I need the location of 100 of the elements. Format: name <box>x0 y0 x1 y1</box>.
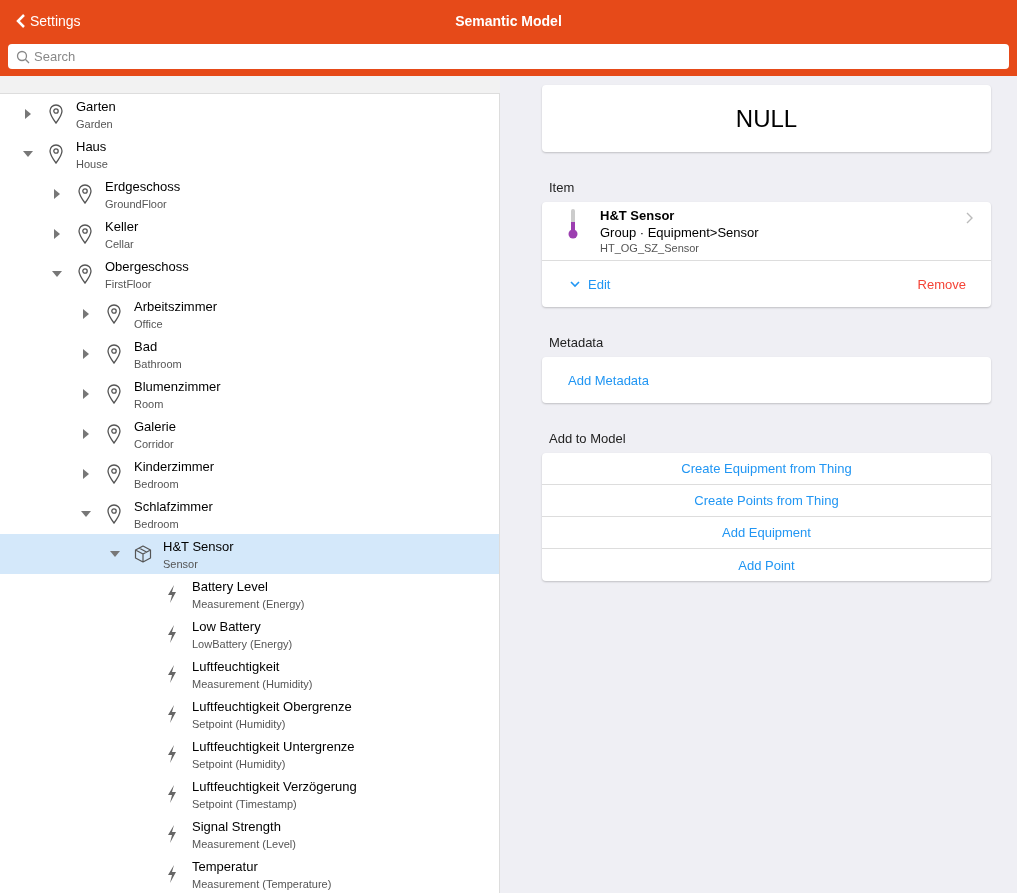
item-name: Haus <box>76 138 108 154</box>
chevron-down-icon <box>570 280 580 288</box>
item-type: House <box>76 157 108 170</box>
location-pin-icon <box>107 304 121 324</box>
item-type: Measurement (Energy) <box>192 597 305 610</box>
search-icon <box>16 50 30 64</box>
item-name: Garten <box>76 98 116 114</box>
caret-right-icon[interactable] <box>23 109 33 119</box>
cube-icon <box>133 544 153 564</box>
item-type: LowBattery (Energy) <box>192 637 293 650</box>
location-pin-icon <box>78 184 92 204</box>
item-name: Signal Strength <box>192 818 282 834</box>
tree-item[interactable]: Low Battery LowBattery (Energy) <box>0 614 499 654</box>
caret-down-icon[interactable] <box>110 549 120 559</box>
item-name: Bad <box>134 338 159 354</box>
caret-down-icon[interactable] <box>81 509 91 519</box>
back-icon <box>16 13 26 29</box>
tree-item[interactable]: Galerie Corridor <box>0 414 499 454</box>
location-pin-icon <box>107 344 121 364</box>
item-id: HT_OG_SZ_Sensor <box>600 242 701 254</box>
item-type: GroundFloor <box>105 197 168 210</box>
lightning-icon <box>166 664 178 684</box>
item-type: Sensor <box>163 557 199 570</box>
tree-item[interactable]: Blumenzimmer Room <box>0 374 499 414</box>
item-type: Measurement (Level) <box>192 837 296 850</box>
item-type: Office <box>134 317 164 330</box>
caret-down-icon[interactable] <box>52 269 62 279</box>
section-heading: Add to Model <box>548 430 627 448</box>
caret-right-icon[interactable] <box>81 429 91 439</box>
tree-item[interactable]: Signal Strength Measurement (Level) <box>0 814 499 854</box>
caret-right-icon[interactable] <box>81 349 91 359</box>
item-type: Setpoint (Humidity) <box>192 757 287 770</box>
item-name: Erdgeschoss <box>105 178 181 194</box>
tree-item[interactable]: Luftfeuchtigkeit Verzögerung Setpoint (Timestamp) <box>0 774 499 814</box>
location-pin-icon <box>78 224 92 244</box>
chevron-right-icon <box>966 212 973 224</box>
caret-right-icon[interactable] <box>81 469 91 479</box>
item-name: Luftfeuchtigkeit Obergrenze <box>192 698 352 714</box>
section-heading: Item <box>548 179 576 197</box>
tree-item[interactable]: Temperatur Measurement (Temperature) <box>0 854 499 893</box>
lightning-icon <box>166 704 178 724</box>
lightning-icon <box>166 624 178 644</box>
tree-item[interactable]: Haus House <box>0 134 499 174</box>
item-name: Schlafzimmer <box>134 498 213 514</box>
thermometer-icon <box>568 208 578 240</box>
caret-down-icon[interactable] <box>23 149 33 159</box>
item-type: FirstFloor <box>105 277 153 290</box>
item-label: H&T Sensor <box>600 208 676 223</box>
lightning-icon <box>166 784 178 804</box>
item-name: Keller <box>105 218 139 234</box>
caret-right-icon[interactable] <box>52 229 62 239</box>
lightning-icon <box>166 864 178 884</box>
location-pin-icon <box>107 384 121 404</box>
lightning-icon <box>166 584 178 604</box>
caret-right-icon[interactable] <box>52 189 62 199</box>
item-name: H&T Sensor <box>163 538 234 554</box>
tree-item[interactable]: Luftfeuchtigkeit Untergrenze Setpoint (Humidity) <box>0 734 499 774</box>
tree-item[interactable]: Kinderzimmer Bedroom <box>0 454 499 494</box>
location-pin-icon <box>107 464 121 484</box>
item-type: Corridor <box>134 437 175 450</box>
tree-item[interactable]: H&T Sensor Sensor <box>0 534 499 574</box>
item-name: Low Battery <box>192 618 262 634</box>
back-button[interactable]: Settings <box>0 0 81 42</box>
tree-item[interactable]: Luftfeuchtigkeit Measurement (Humidity) <box>0 654 499 694</box>
item-type: Measurement (Temperature) <box>192 877 332 890</box>
item-name: Battery Level <box>192 578 269 594</box>
tree-item[interactable]: Battery Level Measurement (Energy) <box>0 574 499 614</box>
remove-button[interactable]: Remove <box>917 276 966 292</box>
caret-right-icon[interactable] <box>81 309 91 319</box>
item-name: Obergeschoss <box>105 258 189 274</box>
item-type: Group · Equipment>Sensor <box>600 225 760 240</box>
item-name: Temperatur <box>192 858 259 874</box>
item-name: Galerie <box>134 418 176 434</box>
tree-item[interactable]: Bad Bathroom <box>0 334 499 374</box>
lightning-icon <box>166 744 178 764</box>
tree-item[interactable]: Erdgeschoss GroundFloor <box>0 174 499 214</box>
tree-item[interactable]: Keller Cellar <box>0 214 499 254</box>
tree-item[interactable]: Arbeitszimmer Office <box>0 294 499 334</box>
item-type: Bedroom <box>134 517 180 530</box>
lightning-icon <box>166 824 178 844</box>
search-field[interactable]: Search <box>8 44 1009 69</box>
item-name: Luftfeuchtigkeit <box>192 658 281 674</box>
item-type: Setpoint (Humidity) <box>192 717 287 730</box>
item-type: Setpoint (Timestamp) <box>192 797 298 810</box>
item-type: Bathroom <box>134 357 182 370</box>
tree-item[interactable]: Obergeschoss FirstFloor <box>0 254 499 294</box>
item-type: Garden <box>76 117 114 130</box>
caret-right-icon[interactable] <box>81 389 91 399</box>
state-value: NULL <box>735 104 798 133</box>
tree-item[interactable]: Garten Garden <box>0 94 499 134</box>
location-pin-icon <box>78 264 92 284</box>
item-name: Luftfeuchtigkeit Untergrenze <box>192 738 355 754</box>
item-name: Blumenzimmer <box>134 378 221 394</box>
tree-item[interactable]: Schlafzimmer Bedroom <box>0 494 499 534</box>
page-title: Semantic Model <box>455 13 562 29</box>
item-type: Bedroom <box>134 477 180 490</box>
item-name: Kinderzimmer <box>134 458 215 474</box>
item-link[interactable]: H&T Sensor Group · Equipment>Sensor HT_OG_SZ_Sensor <box>542 202 991 261</box>
item-type: Cellar <box>105 237 135 250</box>
tree-item[interactable]: Luftfeuchtigkeit Obergrenze Setpoint (Humidity) <box>0 694 499 734</box>
